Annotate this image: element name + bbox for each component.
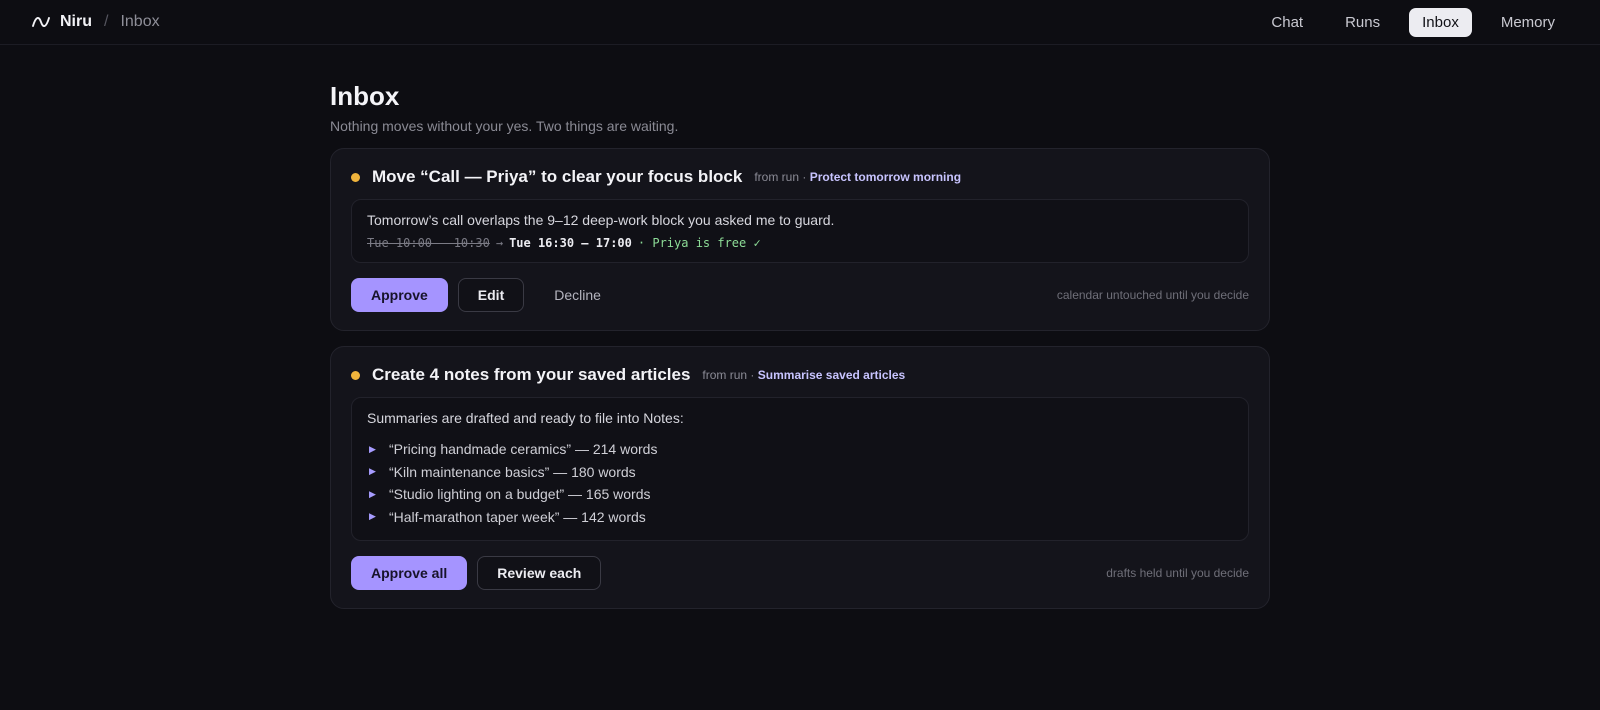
proposal-description: Summaries are drafted and ready to file … [367, 410, 684, 426]
list-item: ▶ “Studio lighting on a budget” — 165 wor… [367, 483, 1233, 506]
approval-card-notes: Create 4 notes from your saved articles … [330, 346, 1270, 609]
run-link[interactable]: Summarise saved articles [758, 368, 905, 382]
pending-dot-icon [351, 370, 360, 380]
card-actions: Approve all Review each drafts held unti… [351, 556, 1249, 590]
edit-button[interactable]: Edit [457, 278, 525, 312]
brand: Niru / Inbox [32, 13, 160, 31]
note-title: “Pricing handmade ceramics” — 214 words [389, 441, 658, 458]
card-title: Create 4 notes from your saved articles [372, 365, 691, 384]
note-title: “Kiln maintenance basics” — 180 words [389, 463, 636, 480]
arrow-right-icon: → [495, 236, 504, 250]
proposal-details: Tomorrow’s call overlaps the 9–12 deep-w… [351, 199, 1249, 263]
triangle-bullet-icon: ▶ [369, 511, 376, 522]
tab-inbox[interactable]: Inbox [1409, 7, 1472, 37]
status-hint: calendar untouched until you decide [1056, 288, 1249, 302]
run-link[interactable]: Protect tomorrow morning [810, 170, 961, 184]
main-nav: Chat Runs Inbox Memory [1258, 7, 1568, 37]
note-title: “Half-marathon taper week” — 142 words [389, 508, 646, 525]
card-title: Move “Call — Priya” to clear your focus … [372, 167, 743, 186]
pending-dot-icon [351, 172, 360, 182]
breadcrumb-current: Inbox [120, 13, 160, 30]
run-source-prefix: from run · [754, 170, 810, 184]
page-subtitle: Nothing moves without your yes. Two thin… [330, 118, 679, 134]
brand-name[interactable]: Niru [60, 13, 92, 31]
wave-logo-icon[interactable] [32, 15, 50, 29]
top-bar: Niru / Inbox Chat Runs Inbox Memory [0, 0, 1600, 45]
time-change: Tue 10:00 – 10:30 → Tue 16:30 – 17:00 · Pri… [367, 236, 1233, 250]
approve-button[interactable]: Approve [351, 278, 448, 312]
new-time: Tue 16:30 – 17:00 [509, 236, 632, 250]
triangle-bullet-icon: ▶ [369, 466, 376, 477]
inbox-main: Inbox Nothing moves without your yes. Tw… [330, 45, 1270, 609]
decline-button[interactable]: Decline [534, 278, 621, 312]
list-item: ▶ “Half-marathon taper week” — 142 words [367, 506, 1233, 529]
triangle-bullet-icon: ▶ [369, 443, 376, 454]
status-hint: drafts held until you decide [1106, 566, 1249, 580]
tab-memory[interactable]: Memory [1488, 8, 1568, 37]
review-each-button[interactable]: Review each [477, 556, 602, 590]
triangle-bullet-icon: ▶ [369, 488, 376, 499]
tab-chat[interactable]: Chat [1258, 8, 1316, 37]
list-item: ▶ “Kiln maintenance basics” — 180 words [367, 461, 1233, 484]
availability-note: · Priya is free ✓ [637, 236, 761, 250]
page-title: Inbox [330, 81, 400, 111]
card-actions: Approve Edit Decline calendar untouched … [351, 278, 1249, 312]
card-header: Create 4 notes from your saved articles … [351, 365, 1249, 385]
note-title: “Studio lighting on a budget” — 165 word… [389, 486, 651, 503]
run-source: from run · Summarise saved articles [702, 368, 905, 382]
run-source-prefix: from run · [702, 368, 758, 382]
breadcrumb-separator: / [104, 13, 109, 30]
run-source: from run · Protect tomorrow morning [754, 170, 961, 184]
proposal-description: Tomorrow’s call overlaps the 9–12 deep-w… [367, 212, 835, 228]
note-list: ▶ “Pricing handmade ceramics” — 214 words… [367, 438, 1233, 528]
approval-card-reschedule: Move “Call — Priya” to clear your focus … [330, 148, 1270, 331]
tab-runs[interactable]: Runs [1332, 8, 1393, 37]
approve-all-button[interactable]: Approve all [351, 556, 468, 590]
proposal-details: Summaries are drafted and ready to file … [351, 397, 1249, 541]
old-time: Tue 10:00 – 10:30 [367, 236, 490, 250]
list-item: ▶ “Pricing handmade ceramics” — 214 words [367, 438, 1233, 461]
card-header: Move “Call — Priya” to clear your focus … [351, 167, 1249, 187]
